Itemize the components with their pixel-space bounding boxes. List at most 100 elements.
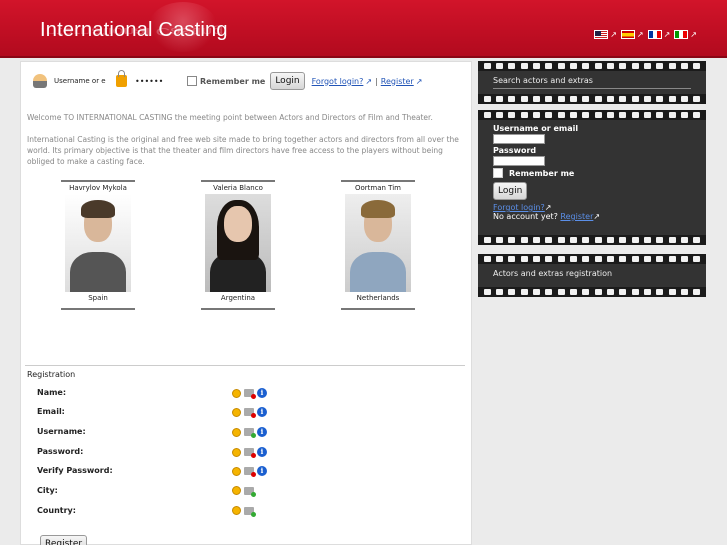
film-perforations: [478, 94, 706, 104]
actor-country: Spain: [88, 294, 108, 302]
sidebar-remember-label: Remember me: [509, 168, 575, 178]
external-link-icon: ↗: [365, 76, 373, 86]
password-field[interactable]: ••••••: [135, 77, 187, 86]
smiley-icon: [232, 388, 241, 398]
language-it[interactable]: ↗: [674, 30, 697, 39]
actor-card[interactable]: Oortman Tim Netherlands: [341, 180, 415, 310]
login-button[interactable]: Login: [270, 72, 305, 90]
actors-registration-title[interactable]: Actors and extras registration: [493, 269, 691, 281]
es-flag-icon: [620, 30, 635, 39]
info-icon[interactable]: i: [257, 466, 267, 476]
error-card-icon: [244, 448, 256, 458]
reg-status-email: i: [232, 407, 267, 418]
film-perforations: [478, 61, 706, 71]
us-flag-icon: [594, 30, 609, 39]
sidebar-forgot-login-link[interactable]: Forgot login?: [493, 203, 545, 212]
site-logo[interactable]: International Casting International Cast…: [40, 18, 228, 42]
registration-divider: [25, 365, 465, 366]
search-actors-title[interactable]: Search actors and extras: [493, 76, 691, 89]
actor-card[interactable]: Valeria Blanco Argentina: [201, 180, 275, 310]
language-es[interactable]: ↗: [620, 30, 644, 39]
reg-status-verify-password: i: [232, 466, 267, 477]
actor-photo[interactable]: [65, 194, 131, 292]
error-card-icon: [244, 467, 256, 477]
film-perforations: [478, 287, 706, 297]
actor-name: Havrylov Mykola: [69, 184, 127, 192]
actor-country: Argentina: [220, 294, 256, 302]
username-field[interactable]: Username or em:: [54, 77, 106, 85]
logo-reflection: International Casting: [40, 25, 224, 38]
reg-label-username: Username:: [37, 427, 86, 436]
smiley-icon: [232, 447, 241, 457]
sidebar-username-input[interactable]: [493, 134, 545, 144]
actor-card[interactable]: Havrylov Mykola Spain: [61, 180, 135, 310]
it-flag-icon: [674, 30, 689, 39]
main-content: Username or em: •••••• Remember me Login…: [20, 61, 472, 545]
smiley-icon: [232, 506, 241, 515]
registration-title: Registration: [27, 370, 76, 379]
actor-country: Netherlands: [356, 294, 400, 302]
ok-card-icon: [244, 506, 256, 517]
reg-label-password: Password:: [37, 447, 84, 456]
reg-status-country: [232, 506, 256, 517]
reg-status-city: [232, 486, 256, 497]
reg-status-name: i: [232, 388, 267, 399]
external-link-icon: ↗: [610, 30, 617, 39]
smiley-icon: [232, 466, 241, 476]
register-button[interactable]: Register: [40, 535, 88, 545]
external-link-icon: ↗: [593, 212, 601, 221]
actor-name: Valeria Blanco: [213, 184, 263, 192]
info-icon[interactable]: i: [257, 427, 267, 437]
ok-card-icon: [244, 428, 256, 438]
fr-flag-icon: [647, 30, 662, 39]
sidebar-password-label: Password: [493, 146, 537, 155]
search-actors-box[interactable]: Search actors and extras: [478, 61, 706, 104]
info-icon[interactable]: i: [257, 388, 267, 398]
reg-label-country: Country:: [37, 506, 76, 515]
forgot-login-link-wrap: Forgot login? ↗ | Register ↗: [312, 77, 423, 86]
error-card-icon: [244, 408, 256, 418]
register-link[interactable]: Register: [381, 77, 414, 86]
top-login-bar: Username or em: •••••• Remember me Login…: [33, 70, 468, 92]
actor-name: Oortman Tim: [354, 184, 401, 192]
info-icon[interactable]: i: [257, 447, 267, 457]
reg-status-password: i: [232, 447, 267, 458]
sidebar-register-link[interactable]: Register: [560, 212, 593, 221]
reg-label-name: Name:: [37, 388, 67, 397]
language-en[interactable]: ↗: [594, 30, 617, 39]
actors-registration-box[interactable]: Actors and extras registration: [478, 254, 706, 297]
language-fr[interactable]: ↗: [647, 30, 671, 39]
external-link-icon: ↗: [636, 30, 644, 39]
lock-icon: [116, 70, 127, 87]
film-perforations: [478, 235, 706, 245]
external-link-icon: ↗: [690, 30, 697, 39]
sidebar-login-box: Username or email Password Remember me L…: [478, 110, 706, 245]
info-icon[interactable]: i: [257, 407, 267, 417]
intro-text: International Casting is the original an…: [27, 135, 459, 166]
sidebar-login-button[interactable]: Login: [493, 182, 528, 200]
reg-label-city: City:: [37, 486, 58, 495]
actor-photo[interactable]: [205, 194, 271, 292]
smiley-icon: [232, 427, 241, 437]
error-card-icon: [244, 389, 256, 399]
external-link-icon: ↗: [415, 76, 423, 86]
remember-me-label: Remember me: [200, 76, 266, 86]
sidebar-remember-checkbox[interactable]: [493, 168, 503, 178]
sidebar-username-label: Username or email: [493, 124, 579, 133]
link-separator: |: [375, 76, 378, 86]
remember-me-checkbox[interactable]: [187, 76, 197, 86]
user-icon: [33, 74, 47, 88]
reg-label-email: Email:: [37, 407, 65, 416]
actor-photo[interactable]: [345, 194, 411, 292]
ok-card-icon: [244, 486, 256, 497]
no-account-text: No account yet?: [493, 212, 558, 221]
language-selector: ↗ ↗ ↗ ↗: [594, 30, 697, 39]
forgot-login-link[interactable]: Forgot login?: [312, 77, 364, 86]
welcome-text: Welcome TO INTERNATIONAL CASTING the mee…: [27, 113, 433, 122]
sidebar-password-input[interactable]: [493, 156, 545, 166]
smiley-icon: [232, 407, 241, 417]
site-header: International Casting International Cast…: [0, 0, 727, 58]
external-link-icon: ↗: [663, 30, 671, 39]
reg-status-username: i: [232, 427, 267, 438]
external-link-icon: ↗: [544, 203, 552, 212]
